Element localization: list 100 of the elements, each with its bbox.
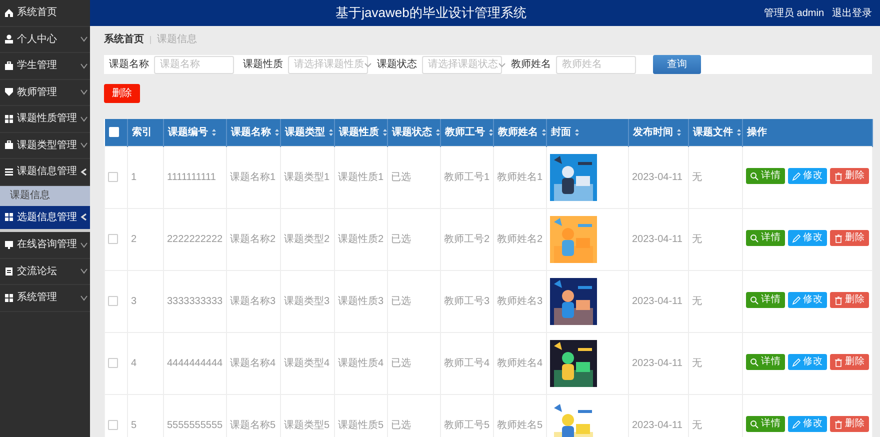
filter-label: 课题性质 (243, 58, 283, 72)
table-cell: 教师姓名4 (497, 358, 543, 368)
detail-button[interactable]: 详情 (746, 292, 785, 308)
column-header[interactable]: 封面 (551, 126, 571, 138)
column-header: 索引 (132, 126, 152, 138)
sidebar-item[interactable]: 课题性质管理 (0, 106, 90, 132)
table-cell: 4 (131, 358, 137, 368)
logout-link[interactable]: 退出登录 (832, 6, 872, 20)
table-cell: 已选 (391, 296, 411, 306)
filter-label: 教师姓名 (511, 58, 551, 72)
filter-label: 课题状态 (377, 58, 417, 72)
edit-button[interactable]: 修改 (788, 292, 827, 308)
table-cell: 课题名称5 (230, 420, 276, 430)
monitor-icon (4, 240, 14, 250)
table-cell: 无 (692, 420, 702, 430)
table-cell: 无 (692, 296, 702, 306)
row-checkbox[interactable] (108, 296, 118, 306)
sidebar-item[interactable]: 个人中心 (0, 26, 90, 53)
sidebar-item[interactable]: 课题类型管理 (0, 132, 90, 159)
sidebar-item[interactable]: 系统管理 (0, 285, 90, 312)
table-cell: 已选 (391, 234, 411, 244)
table-cell: 4444444444 (167, 358, 223, 368)
delete-row-button[interactable]: 删除 (830, 292, 869, 308)
briefcase-icon (4, 60, 14, 71)
list-icon (4, 166, 14, 177)
trash-icon (834, 172, 843, 181)
row-checkbox[interactable] (108, 172, 118, 182)
table-cell: 课题类型2 (284, 234, 330, 244)
search-icon (750, 420, 759, 429)
pencil-icon (792, 296, 801, 305)
clipboard-icon (4, 266, 14, 276)
table-cell: 2023-04-11 (632, 296, 682, 306)
table-cell: 课题类型4 (284, 358, 330, 368)
search-icon (750, 234, 759, 243)
sort-icon (574, 128, 580, 137)
table-cell: 课题类型5 (284, 420, 330, 430)
delete-row-button[interactable]: 删除 (830, 230, 869, 246)
detail-button[interactable]: 详情 (746, 230, 785, 246)
row-checkbox[interactable] (108, 420, 118, 430)
delete-row-button[interactable]: 删除 (830, 416, 869, 432)
table-cell: 课题性质4 (338, 358, 384, 368)
delete-row-button[interactable]: 删除 (830, 354, 869, 370)
edit-button[interactable]: 修改 (788, 168, 827, 184)
table-cell: 无 (692, 172, 702, 182)
edit-button[interactable]: 修改 (788, 354, 827, 370)
table-cell: 课题类型3 (284, 296, 330, 306)
table-cell: 教师工号4 (444, 358, 490, 368)
select-all-checkbox[interactable] (108, 127, 118, 138)
delete-row-button[interactable]: 删除 (830, 168, 869, 184)
pencil-icon (792, 234, 801, 243)
table-cell: 5555555555 (167, 420, 223, 430)
edit-button[interactable]: 修改 (788, 230, 827, 246)
detail-button[interactable]: 详情 (746, 168, 785, 184)
table-cell: 2222222222 (167, 234, 223, 244)
table-cell: 5 (131, 420, 137, 430)
table-cell: 课题性质3 (338, 296, 384, 306)
home-icon (4, 8, 14, 18)
table-cell: 教师工号1 (444, 172, 490, 182)
trash-icon (834, 420, 843, 429)
search-icon (750, 296, 759, 305)
caret-icon (364, 60, 372, 68)
sidebar-item[interactable]: 学生管理 (0, 53, 90, 80)
pencil-icon (792, 358, 801, 367)
breadcrumb-link[interactable]: 系统首页 (104, 32, 144, 47)
sidebar-item[interactable]: 选题信息管理 (0, 206, 90, 232)
user-label: 管理员 admin (764, 6, 824, 20)
table-cell: 1111111111 (167, 172, 216, 182)
detail-button[interactable]: 详情 (746, 354, 785, 370)
search-icon (750, 172, 759, 181)
caret-icon (498, 60, 506, 68)
table-cell: 教师姓名3 (497, 296, 543, 306)
search-button[interactable]: 查询 (653, 55, 701, 74)
table-cell: 3333333333 (167, 296, 223, 306)
column-header: 操作 (747, 126, 767, 138)
sidebar-item[interactable]: 交流论坛 (0, 258, 90, 285)
table-cell: 1 (131, 172, 137, 182)
briefcase-icon (4, 140, 14, 150)
pencil-icon (792, 172, 801, 181)
grid-icon (4, 212, 14, 222)
user-icon (4, 34, 14, 44)
trash-icon (834, 296, 843, 305)
row-checkbox[interactable] (108, 234, 118, 244)
sidebar-subitem[interactable]: 课题信息 (0, 186, 90, 206)
detail-button[interactable]: 详情 (746, 416, 785, 432)
table-cell: 课题性质2 (338, 234, 384, 244)
table-cell: 教师姓名2 (497, 234, 543, 244)
sidebar-item[interactable]: 在线咨询管理 (0, 232, 90, 258)
filter-label: 课题名称 (109, 58, 149, 72)
table-cell: 已选 (391, 172, 411, 182)
row-checkbox[interactable] (108, 358, 118, 368)
table-cell: 教师工号2 (444, 234, 490, 244)
grid-icon (4, 114, 14, 124)
table-cell: 2023-04-11 (632, 234, 682, 244)
table-cell: 课题性质5 (338, 420, 384, 430)
table-cell: 3 (131, 296, 137, 306)
sidebar-item[interactable]: 教师管理 (0, 80, 90, 106)
table-cell: 已选 (391, 420, 411, 430)
trash-icon (834, 234, 843, 243)
edit-button[interactable]: 修改 (788, 416, 827, 432)
delete-button[interactable]: 删除 (104, 84, 140, 103)
